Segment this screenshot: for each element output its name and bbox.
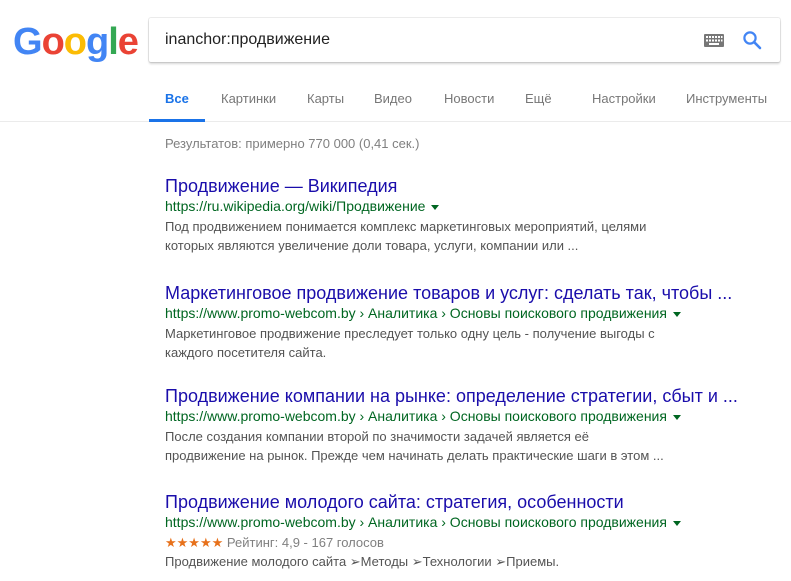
tab-maps[interactable]: Карты [307,84,344,122]
result-snippet: Продвижение молодого сайта ➢Методы ➢Техн… [165,552,705,571]
search-result: Маркетинговое продвижение товаров и услу… [165,282,765,362]
result-title-link[interactable]: Продвижение молодого сайта: стратегия, о… [165,491,765,513]
snippet-line: которых являются увеличение доли товара,… [165,238,579,253]
tab-settings[interactable]: Настройки [592,84,656,122]
result-rating: ★★★★★ Рейтинг: 4,9 - 167 голосов [165,533,765,552]
snippet-line: продвижение на рынок. Прежде чем начинат… [165,448,664,463]
logo-letter: e [117,21,139,63]
result-url-text: https://www.promo-webcom.by › Аналитика … [165,305,667,321]
tab-all[interactable]: Все [149,84,205,122]
search-input[interactable] [165,18,685,62]
keyboard-icon[interactable] [704,34,724,47]
rating-text: Рейтинг: 4,9 - 167 голосов [226,535,384,550]
search-result: Продвижение — Википедия https://ru.wikip… [165,175,765,255]
result-url-text: https://www.promo-webcom.by › Аналитика … [165,514,667,530]
search-result: Продвижение молодого сайта: стратегия, о… [165,491,765,571]
result-title-link[interactable]: Продвижение — Википедия [165,175,765,197]
logo-letter: o [41,21,65,63]
url-dropdown-caret-icon[interactable] [672,414,681,420]
search-result: Продвижение компании на рынке: определен… [165,385,765,465]
search-icon[interactable] [742,30,762,50]
result-title-link[interactable]: Продвижение компании на рынке: определен… [165,385,765,407]
result-url-text: https://www.promo-webcom.by › Аналитика … [165,408,667,424]
url-dropdown-caret-icon[interactable] [431,204,440,210]
result-stats: Результатов: примерно 770 000 (0,41 сек.… [165,136,420,151]
logo-letter: l [108,21,119,63]
result-snippet: Под продвижением понимается комплекс мар… [165,217,705,255]
snippet-line: Маркетинговое продвижение преследует тол… [165,326,655,341]
logo-letter: g [86,21,109,63]
search-box [149,18,780,62]
result-snippet: После создания компании второй по значим… [165,427,705,465]
snippet-line: Продвижение молодого сайта ➢Методы ➢Техн… [165,554,560,569]
tab-more[interactable]: Ещё [525,84,552,122]
tab-images[interactable]: Картинки [221,84,276,122]
logo-letter: G [13,21,43,63]
header: Google Все Картинки Карты Видео Новости … [0,0,791,122]
result-url-text: https://ru.wikipedia.org/wiki/Продвижени… [165,198,426,214]
rating-stars-icon: ★★★★★ [165,535,224,550]
result-url: https://ru.wikipedia.org/wiki/Продвижени… [165,197,765,215]
google-logo[interactable]: Google [13,21,139,63]
result-snippet: Маркетинговое продвижение преследует тол… [165,324,705,362]
result-title-link[interactable]: Маркетинговое продвижение товаров и услу… [165,282,765,304]
snippet-line: каждого посетителя сайта. [165,345,327,360]
snippet-line: Под продвижением понимается комплекс мар… [165,219,647,234]
search-tabs: Все Картинки Карты Видео Новости Ещё Нас… [0,84,791,122]
snippet-line: После создания компании второй по значим… [165,429,589,444]
result-url: https://www.promo-webcom.by › Аналитика … [165,304,765,322]
tab-tools[interactable]: Инструменты [686,84,767,122]
url-dropdown-caret-icon[interactable] [672,520,681,526]
result-url: https://www.promo-webcom.by › Аналитика … [165,513,765,531]
tab-news[interactable]: Новости [444,84,494,122]
url-dropdown-caret-icon[interactable] [672,311,681,317]
result-url: https://www.promo-webcom.by › Аналитика … [165,407,765,425]
logo-letter: o [63,21,87,63]
tab-video[interactable]: Видео [374,84,412,122]
